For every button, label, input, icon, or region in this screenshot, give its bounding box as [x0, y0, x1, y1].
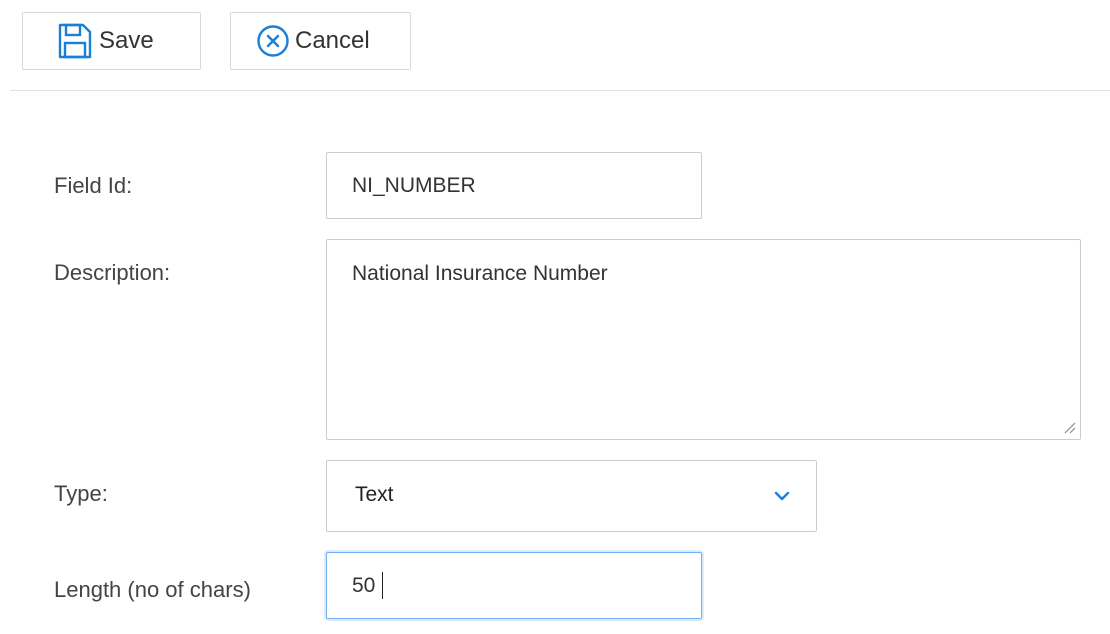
- field-id-label: Field Id:: [54, 173, 133, 198]
- description-textarea[interactable]: National Insurance Number: [326, 239, 1081, 440]
- text-caret: [382, 572, 383, 599]
- save-button[interactable]: Save: [22, 12, 201, 70]
- resize-handle-icon[interactable]: [1062, 420, 1076, 434]
- description-label: Description:: [54, 260, 171, 285]
- toolbar: Save Cancel: [0, 0, 1110, 92]
- chevron-down-icon: [773, 487, 791, 510]
- cancel-button[interactable]: Cancel: [230, 12, 411, 70]
- type-label: Type:: [54, 481, 108, 506]
- type-selected-value: Text: [355, 483, 394, 506]
- field-id-input[interactable]: [326, 152, 702, 219]
- save-button-label: Save: [99, 27, 154, 54]
- circle-x-icon: [256, 24, 290, 58]
- type-select[interactable]: Text: [326, 460, 817, 532]
- length-label: Length (no of chars): [54, 577, 251, 602]
- floppy-disk-icon: [57, 22, 93, 60]
- toolbar-divider: [10, 90, 1110, 91]
- cancel-button-label: Cancel: [295, 27, 370, 54]
